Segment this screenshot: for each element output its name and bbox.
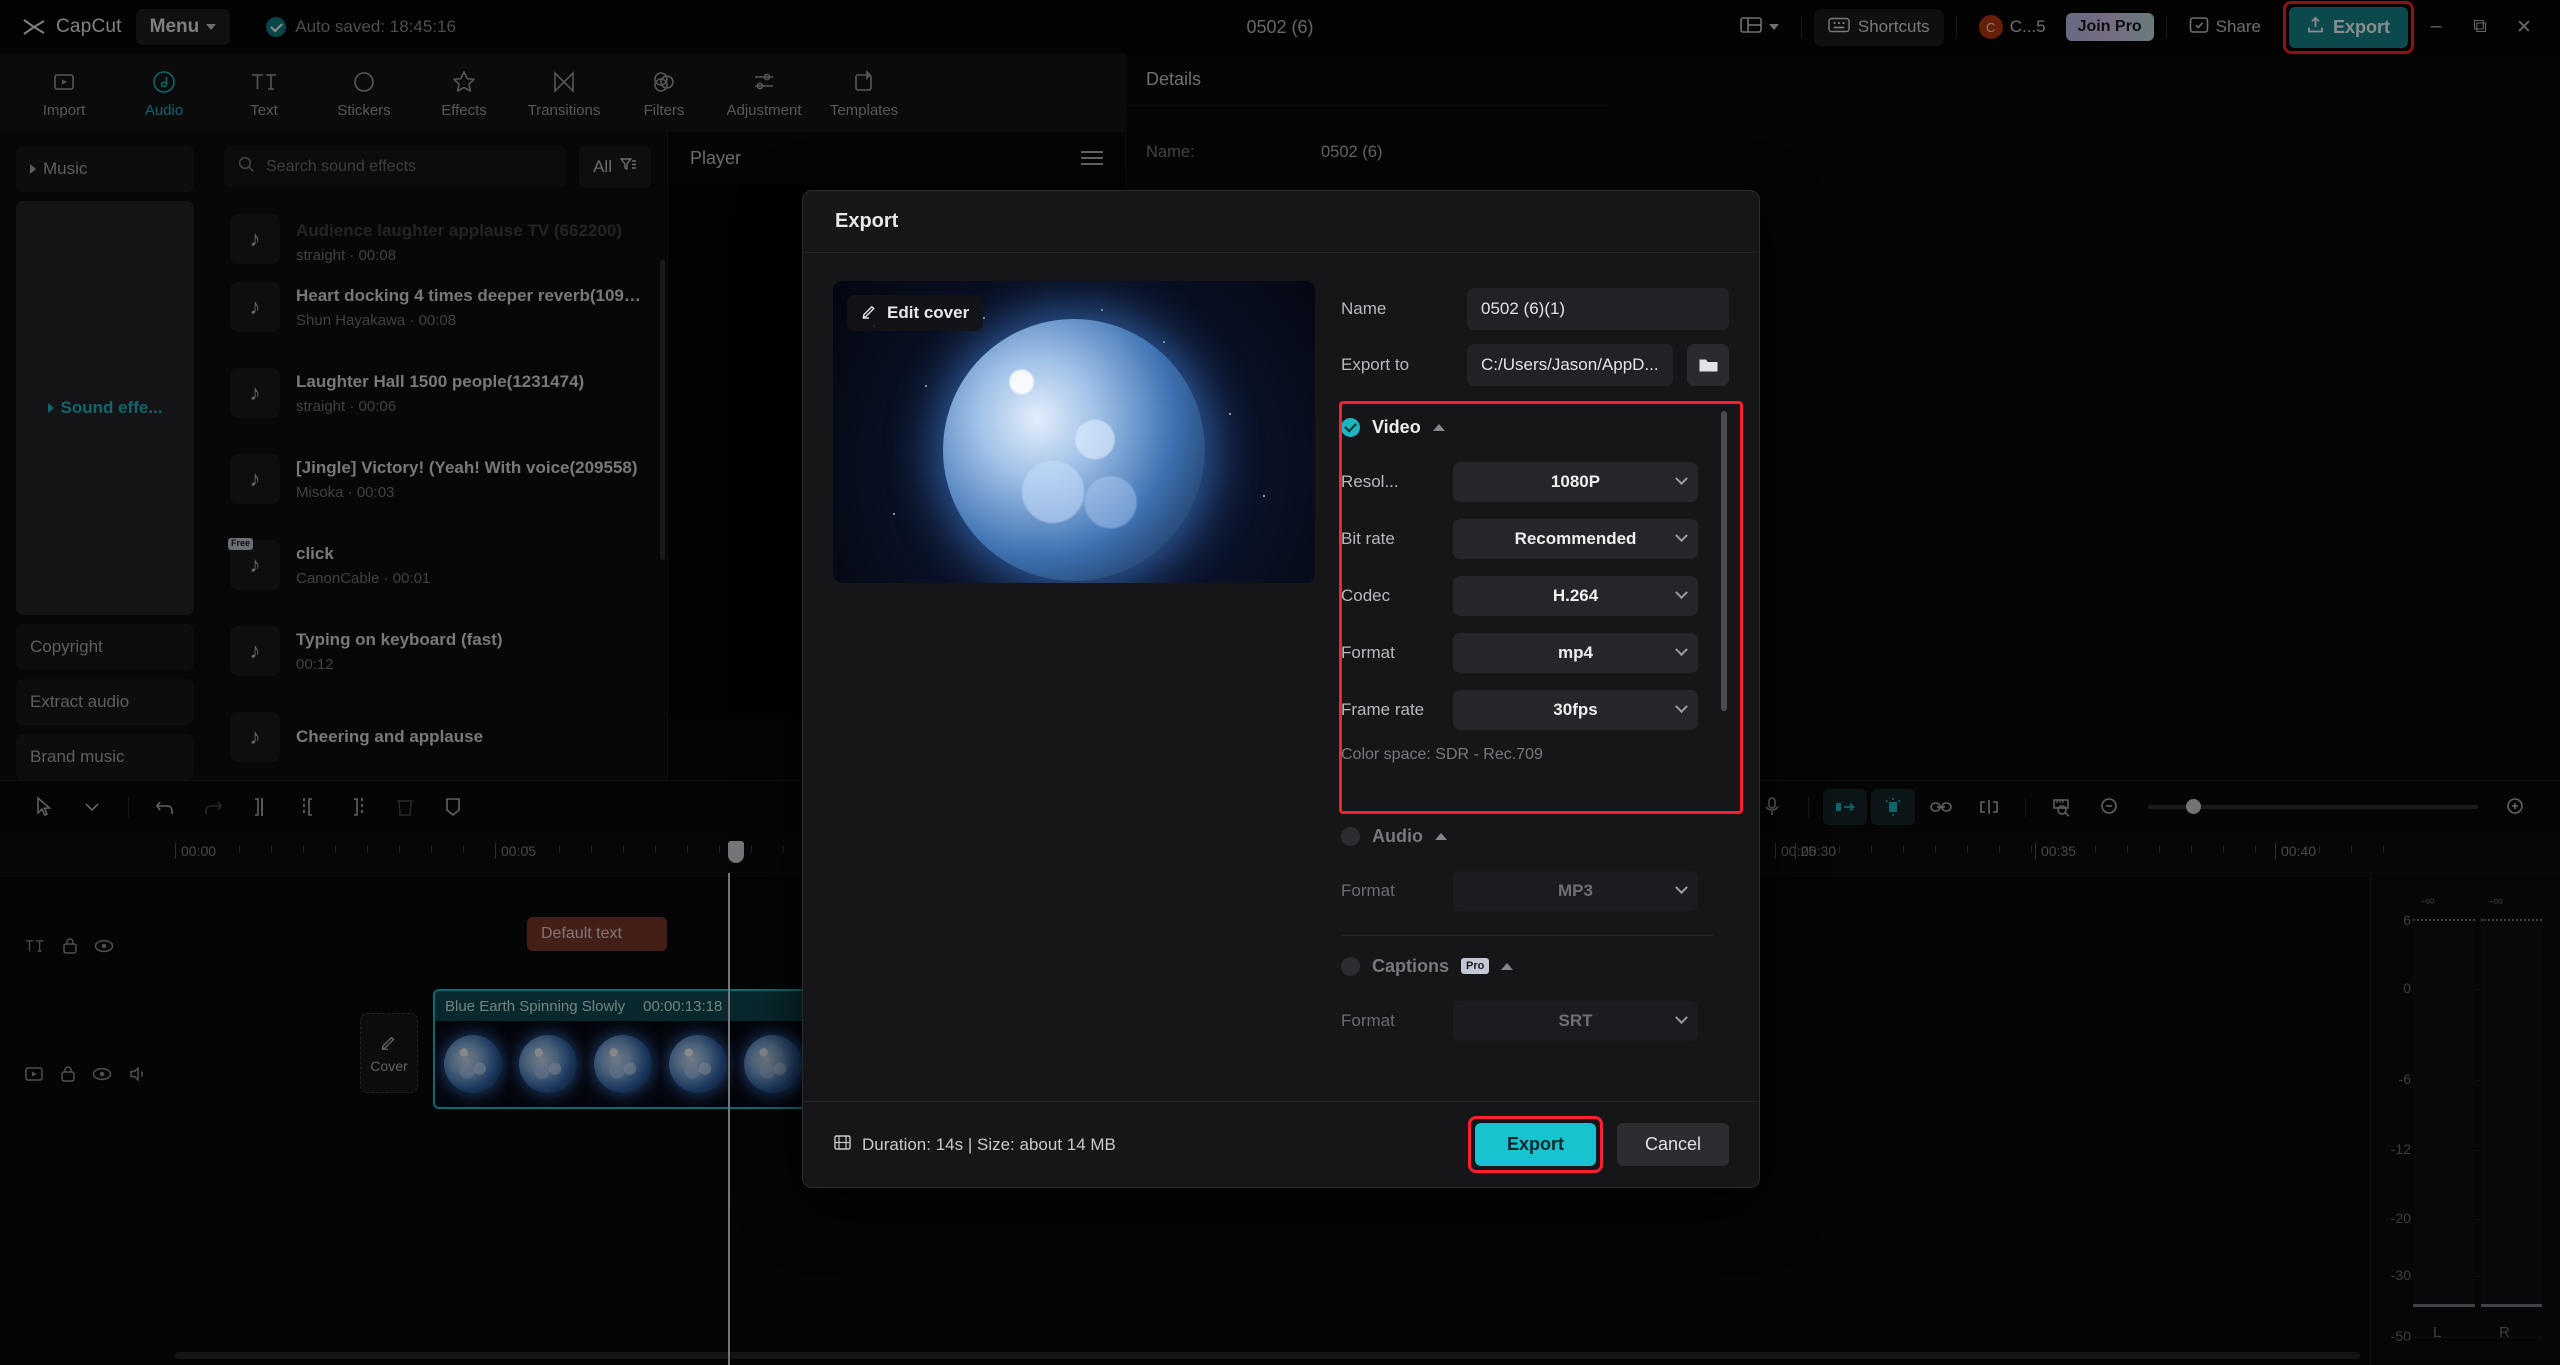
export-confirm-button[interactable]: Export [1475,1123,1596,1166]
chevron-down-icon [1675,1011,1688,1024]
export-to-row: Export to C:/Users/Jason/AppD... [1341,337,1729,393]
name-label: Name [1341,299,1453,319]
audio-checkbox[interactable] [1341,827,1360,846]
format-value: mp4 [1558,643,1593,663]
resolution-value: 1080P [1551,472,1600,492]
bitrate-select[interactable]: Recommended [1453,519,1698,559]
name-input[interactable]: 0502 (6)(1) [1467,288,1729,330]
video-section-label: Video [1372,417,1421,438]
framerate-value: 30fps [1553,700,1597,720]
audio-section-header: Audio [1341,810,1713,862]
duration-info: Duration: 14s | Size: about 14 MB [833,1133,1116,1157]
format-select[interactable]: mp4 [1453,633,1698,673]
audio-section-label: Audio [1372,826,1423,847]
chevron-down-icon [1675,643,1688,656]
captions-checkbox[interactable] [1341,957,1360,976]
audio-format-row: Format MP3 [1341,862,1713,919]
audio-format-select[interactable]: MP3 [1453,871,1698,911]
format-label: Format [1341,643,1453,663]
chevron-up-icon[interactable] [1433,424,1445,431]
captions-format-label: Format [1341,1011,1453,1031]
pro-badge: Pro [1461,958,1489,974]
codec-row: Codec H.264 [1341,567,1713,624]
bitrate-row: Bit rate Recommended [1341,510,1713,567]
bitrate-value: Recommended [1515,529,1637,549]
video-section-header: Video [1341,401,1713,453]
export-dialog-body: Edit cover Name 0502 (6)(1) Export to C:… [803,253,1759,1101]
framerate-row: Frame rate 30fps [1341,681,1713,738]
audio-format-label: Format [1341,881,1453,901]
cover-image: Edit cover [833,281,1315,583]
chevron-down-icon [1675,586,1688,599]
chevron-down-icon [1675,700,1688,713]
dialog-buttons: Export Cancel [1468,1116,1729,1173]
bitrate-label: Bit rate [1341,529,1453,549]
export-dialog-title: Export [803,191,1759,253]
chevron-down-icon [1675,881,1688,894]
chevron-down-icon [1675,472,1688,485]
export-dialog: Export Edit cover [802,190,1760,1188]
captions-section-label: Captions [1372,956,1449,977]
color-space-text: Color space: SDR - Rec.709 [1341,746,1713,764]
cover-preview-box: Edit cover [833,281,1315,1101]
pencil-icon [861,302,878,324]
earth-graphic [943,319,1205,581]
export-settings-scrollbar[interactable] [1721,411,1727,711]
codec-value: H.264 [1553,586,1598,606]
export-form: Name 0502 (6)(1) Export to C:/Users/Jaso… [1341,281,1729,1101]
edit-cover-button[interactable]: Edit cover [847,295,983,331]
duration-text: Duration: 14s | Size: about 14 MB [862,1135,1116,1155]
name-row: Name 0502 (6)(1) [1341,281,1729,337]
export-to-label: Export to [1341,355,1453,375]
chevron-up-icon[interactable] [1435,833,1447,840]
video-checkbox[interactable] [1341,418,1360,437]
chevron-up-icon[interactable] [1501,963,1513,970]
export-settings-area: Video Resol... 1080P Bit rate Recomme [1341,401,1729,1101]
framerate-label: Frame rate [1341,700,1453,720]
codec-label: Codec [1341,586,1453,606]
cancel-button[interactable]: Cancel [1617,1123,1729,1166]
captions-format-value: SRT [1559,1011,1593,1031]
framerate-select[interactable]: 30fps [1453,690,1698,730]
captions-format-select[interactable]: SRT [1453,1001,1698,1041]
edit-cover-label: Edit cover [887,303,969,323]
folder-icon[interactable] [1687,344,1729,386]
captions-format-row: Format SRT [1341,992,1713,1049]
export-confirm-highlight: Export [1468,1116,1603,1173]
captions-section-header: Captions Pro [1341,940,1713,992]
format-row: Format mp4 [1341,624,1713,681]
audio-format-value: MP3 [1558,881,1593,901]
resolution-select[interactable]: 1080P [1453,462,1698,502]
export-settings-scroll[interactable]: Video Resol... 1080P Bit rate Recomme [1341,401,1729,1101]
resolution-row: Resol... 1080P [1341,453,1713,510]
export-dialog-footer: Duration: 14s | Size: about 14 MB Export… [803,1101,1759,1187]
chevron-down-icon [1675,529,1688,542]
resolution-label: Resol... [1341,472,1453,492]
film-icon [833,1133,852,1157]
codec-select[interactable]: H.264 [1453,576,1698,616]
export-path-input[interactable]: C:/Users/Jason/AppD... [1467,344,1673,386]
divider [1341,935,1713,936]
